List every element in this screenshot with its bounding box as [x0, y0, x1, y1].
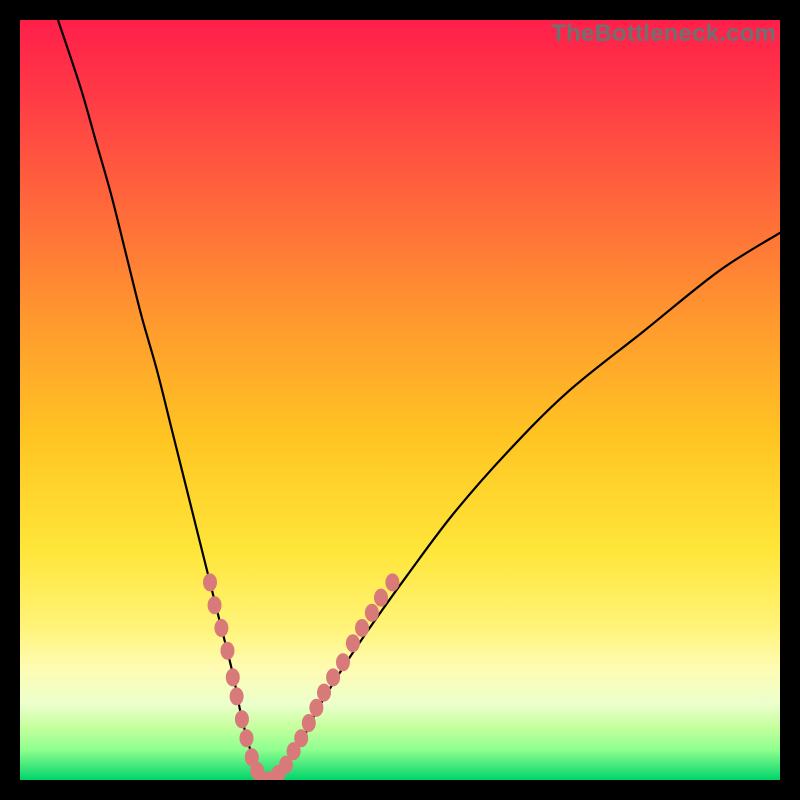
curve-marker — [208, 596, 222, 614]
watermark-text: TheBottleneck.com — [551, 20, 776, 48]
curve-marker — [374, 589, 388, 607]
curve-marker — [239, 729, 253, 747]
curve-marker — [294, 729, 308, 747]
curve-marker — [226, 668, 240, 686]
curve-marker — [385, 573, 399, 591]
curve-marker — [203, 573, 217, 591]
plot-frame: TheBottleneck.com — [20, 20, 780, 780]
curve-marker — [355, 619, 369, 637]
gradient-background — [20, 20, 780, 780]
bottleneck-chart — [20, 20, 780, 780]
curve-marker — [336, 653, 350, 671]
curve-marker — [230, 687, 244, 705]
curve-marker — [214, 619, 228, 637]
curve-marker — [302, 714, 316, 732]
curve-marker — [235, 710, 249, 728]
curve-marker — [365, 604, 379, 622]
curve-marker — [346, 634, 360, 652]
curve-marker — [326, 668, 340, 686]
curve-marker — [220, 642, 234, 660]
curve-marker — [309, 699, 323, 717]
curve-marker — [317, 684, 331, 702]
